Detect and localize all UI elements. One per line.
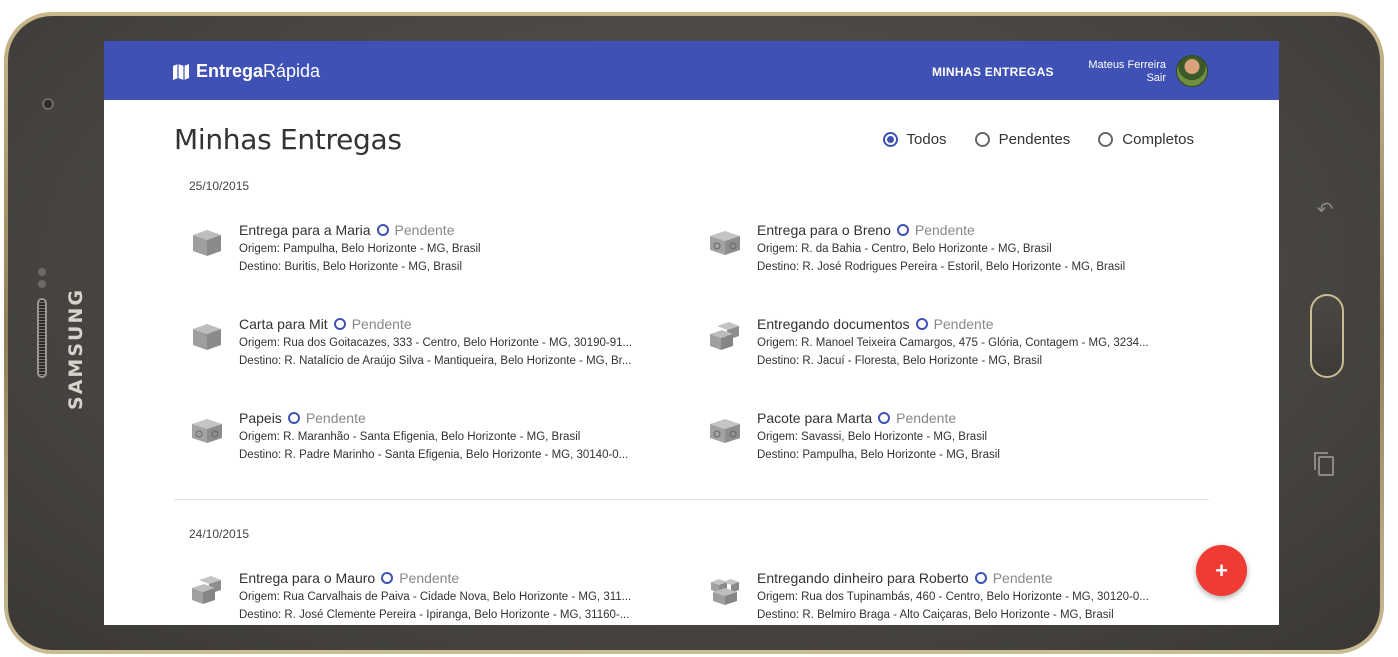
- app-logo[interactable]: EntregaRápida: [172, 61, 320, 82]
- status-label: Pendente: [992, 570, 1053, 586]
- status-label: Pendente: [394, 222, 455, 238]
- list-item[interactable]: Entregando documentos Pendente Origem: R.…: [707, 314, 1187, 374]
- item-origin: Origem: Savassi, Belo Horizonte - MG, Br…: [757, 431, 988, 443]
- item-title: Pacote para Marta: [757, 410, 873, 426]
- app-name: EntregaRápida: [196, 61, 321, 81]
- item-title: Papeis: [239, 410, 282, 426]
- pending-status-icon: [974, 572, 987, 584]
- speaker-grille: [37, 298, 47, 378]
- list-item[interactable]: Papeis Pendente Origem: R. Maranhão - San…: [189, 408, 669, 468]
- sensor-icon: [38, 280, 46, 288]
- item-origin: Origem: R. Maranhão - Santa Efigenia, Be…: [239, 431, 581, 443]
- stacked-boxes-icon: [710, 322, 739, 350]
- item-title: Entregando dinheiro para Roberto: [757, 570, 969, 586]
- avatar[interactable]: [1176, 55, 1208, 87]
- item-origin: Origem: Rua Carvalhais de Paiva - Cidade…: [239, 591, 632, 603]
- item-origin: Origem: R. da Bahia - Centro, Belo Horiz…: [757, 243, 1052, 255]
- recent-apps-icon[interactable]: [1314, 452, 1334, 476]
- app-screen: EntregaRápida MINHAS ENTREGAS Mateus Fer…: [104, 41, 1279, 625]
- app-bar: EntregaRápida MINHAS ENTREGAS Mateus Fer…: [104, 41, 1279, 100]
- item-origin: Origem: Pampulha, Belo Horizonte - MG, B…: [239, 243, 481, 255]
- radio-unchecked-icon: [1098, 132, 1114, 147]
- user-name: Mateus Ferreira: [1088, 59, 1166, 71]
- list-item[interactable]: Carta para Mit Pendente Origem: Rua dos G…: [189, 314, 669, 374]
- status-label: Pendente: [896, 410, 957, 426]
- list-item[interactable]: Entregando dinheiro para Roberto Pendente…: [707, 568, 1187, 625]
- item-destination: Destino: R. Natalício de Araújo Silva - …: [239, 355, 632, 367]
- status-label: Pendente: [305, 410, 366, 426]
- item-title: Entrega para o Breno: [757, 222, 891, 238]
- map-icon: [173, 63, 189, 80]
- pending-status-icon: [896, 224, 909, 236]
- item-title: Entregando documentos: [757, 316, 910, 332]
- sensor-icon: [38, 268, 46, 276]
- list-item[interactable]: Entrega para a Maria Pendente Origem: Pam…: [189, 220, 669, 280]
- device-brand: SAMSUNG: [65, 288, 87, 410]
- status-label: Pendente: [933, 316, 994, 332]
- item-origin: Origem: Rua dos Tupinambás, 460 - Centro…: [757, 591, 1149, 603]
- item-destination: Destino: R. Belmiro Braga - Alto Caiçara…: [757, 609, 1114, 621]
- package-box-icon: [193, 230, 221, 256]
- item-title: Carta para Mit: [239, 316, 328, 332]
- status-label: Pendente: [914, 222, 975, 238]
- back-button-icon[interactable]: ↶: [1314, 198, 1336, 222]
- item-origin: Origem: Rua dos Goitacazes, 333 - Centro…: [239, 337, 633, 349]
- recycle-box-icon: [710, 231, 740, 255]
- item-destination: Destino: R. Jacuí - Floresta, Belo Horiz…: [757, 355, 1043, 367]
- user-menu: Mateus Ferreira Sair: [1088, 59, 1166, 85]
- multi-box-icon: [711, 579, 739, 605]
- status-label: Pendente: [399, 570, 460, 586]
- front-camera-icon: [42, 98, 54, 110]
- pending-status-icon: [381, 572, 394, 584]
- list-item[interactable]: Pacote para Marta Pendente Origem: Savass…: [707, 408, 1187, 468]
- radio-unchecked-icon: [974, 132, 990, 147]
- pending-status-icon: [287, 412, 300, 424]
- pending-status-icon: [376, 224, 389, 236]
- filter-pendentes[interactable]: Pendentes: [974, 131, 1070, 148]
- recycle-box-icon: [192, 419, 222, 443]
- pending-status-icon: [333, 318, 346, 330]
- item-destination: Destino: R. José Clemente Pereira - Ipir…: [239, 609, 630, 621]
- pending-status-icon: [878, 412, 891, 424]
- group-date: 24/10/2015: [189, 527, 250, 541]
- group-divider: [174, 499, 1209, 500]
- item-destination: Destino: Pampulha, Belo Horizonte - MG, …: [757, 449, 1000, 461]
- group-date: 25/10/2015: [189, 179, 250, 193]
- recycle-box-icon: [710, 419, 740, 443]
- stacked-boxes-icon: [192, 576, 221, 604]
- item-destination: Destino: R. José Rodrigues Pereira - Est…: [757, 261, 1126, 273]
- item-destination: Destino: R. Padre Marinho - Santa Efigen…: [239, 449, 629, 461]
- filter-completos[interactable]: Completos: [1098, 131, 1194, 148]
- item-title: Entrega para o Mauro: [239, 570, 376, 586]
- package-box-icon: [193, 324, 221, 350]
- item-title: Entrega para a Maria: [239, 222, 371, 238]
- status-label: Pendente: [351, 316, 412, 332]
- home-button[interactable]: [1310, 294, 1344, 378]
- filter-todos[interactable]: Todos: [882, 131, 947, 148]
- list-item[interactable]: Entrega para o Breno Pendente Origem: R. …: [707, 220, 1187, 280]
- page-title: Minhas Entregas: [174, 123, 402, 156]
- radio-checked-icon: [882, 132, 898, 147]
- pending-status-icon: [915, 318, 928, 330]
- list-item[interactable]: Entrega para o Mauro Pendente Origem: Rua…: [189, 568, 669, 625]
- item-destination: Destino: Buritis, Belo Horizonte - MG, B…: [239, 261, 463, 273]
- add-delivery-button[interactable]: +: [1196, 545, 1247, 596]
- status-filter: Todos Pendentes Completos: [882, 131, 1194, 148]
- nav-minhas-entregas[interactable]: MINHAS ENTREGAS: [932, 65, 1054, 79]
- logout-link[interactable]: Sair: [1088, 72, 1166, 85]
- item-origin: Origem: R. Manoel Teixeira Camargos, 475…: [757, 337, 1149, 349]
